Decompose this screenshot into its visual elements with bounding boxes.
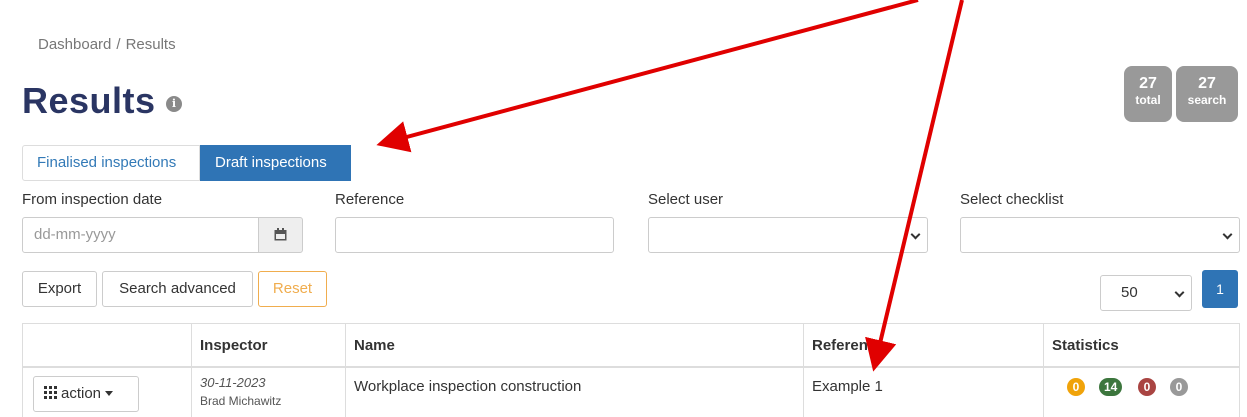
per-page-value: 50 <box>1121 284 1138 301</box>
results-table: Inspector Name Reference Statistics acti… <box>22 323 1240 417</box>
grid-icon <box>44 386 57 399</box>
breadcrumb-results: Results <box>125 36 176 53</box>
stat-badge-orange: 0 <box>1067 378 1085 396</box>
select-checklist-label: Select checklist <box>960 191 1064 208</box>
search-advanced-button[interactable]: Search advanced <box>102 271 253 307</box>
table-row-action-cell: action <box>22 368 192 417</box>
chevron-down-icon <box>910 229 921 240</box>
action-dropdown-button[interactable]: action <box>33 376 139 412</box>
table-row-name-cell[interactable]: Workplace inspection construction <box>346 368 804 417</box>
tab-finalised-inspections[interactable]: Finalised inspections <box>22 145 200 181</box>
search-count-badge: 27 search <box>1176 66 1238 122</box>
stat-badge-grey: 0 <box>1170 378 1188 396</box>
calendar-icon <box>274 228 287 241</box>
table-row-statistics-cell: 0 14 0 0 <box>1044 368 1240 417</box>
action-label: action <box>61 385 102 402</box>
from-date-label: From inspection date <box>22 191 163 208</box>
select-checklist-dropdown[interactable] <box>960 217 1240 253</box>
stat-badge-green: 14 <box>1099 378 1123 396</box>
inspector-name: Brad Michawitz <box>200 394 282 408</box>
select-user-dropdown[interactable] <box>648 217 928 253</box>
calendar-button[interactable] <box>258 217 303 253</box>
column-header-action <box>22 323 192 368</box>
table-row-reference-cell: Example 1 <box>804 368 1044 417</box>
results-page: Dashboard / Results Results i 27 total 27 … <box>0 0 1247 417</box>
chevron-down-icon <box>1174 287 1185 298</box>
stat-badge-red: 0 <box>1138 378 1156 396</box>
per-page-select[interactable]: 50 <box>1100 275 1192 311</box>
tab-draft-inspections[interactable]: Draft inspections <box>200 145 351 181</box>
breadcrumb-separator: / <box>116 36 121 53</box>
annotation-arrow-to-reference <box>865 0 964 372</box>
column-header-statistics: Statistics <box>1044 323 1240 368</box>
breadcrumb: Dashboard / Results <box>38 36 176 53</box>
info-icon[interactable]: i <box>166 96 182 112</box>
page-title: Results <box>22 80 156 121</box>
reference-label: Reference <box>335 191 405 208</box>
reference-input[interactable] <box>335 217 614 253</box>
export-button[interactable]: Export <box>22 271 97 307</box>
column-header-inspector[interactable]: Inspector <box>192 323 346 368</box>
from-date-input[interactable]: dd-mm-yyyy <box>22 217 259 253</box>
pagination-page-1[interactable]: 1 <box>1202 270 1238 308</box>
column-header-name[interactable]: Name <box>346 323 804 368</box>
search-label: search <box>1187 93 1227 107</box>
column-header-reference[interactable]: Reference <box>804 323 1044 368</box>
caret-down-icon <box>105 391 114 396</box>
total-label: total <box>1135 93 1161 107</box>
reset-button[interactable]: Reset <box>258 271 327 307</box>
annotation-arrow-to-draft-tab <box>376 0 919 153</box>
select-user-label: Select user <box>648 191 724 208</box>
breadcrumb-dashboard[interactable]: Dashboard <box>38 36 111 53</box>
total-count: 27 <box>1139 75 1157 92</box>
table-row-inspector-cell: 30-11-2023 Brad Michawitz <box>192 368 346 417</box>
total-count-badge: 27 total <box>1124 66 1172 122</box>
search-count: 27 <box>1198 75 1216 92</box>
chevron-down-icon <box>1222 229 1233 240</box>
inspection-date: 30-11-2023 <box>200 375 266 390</box>
